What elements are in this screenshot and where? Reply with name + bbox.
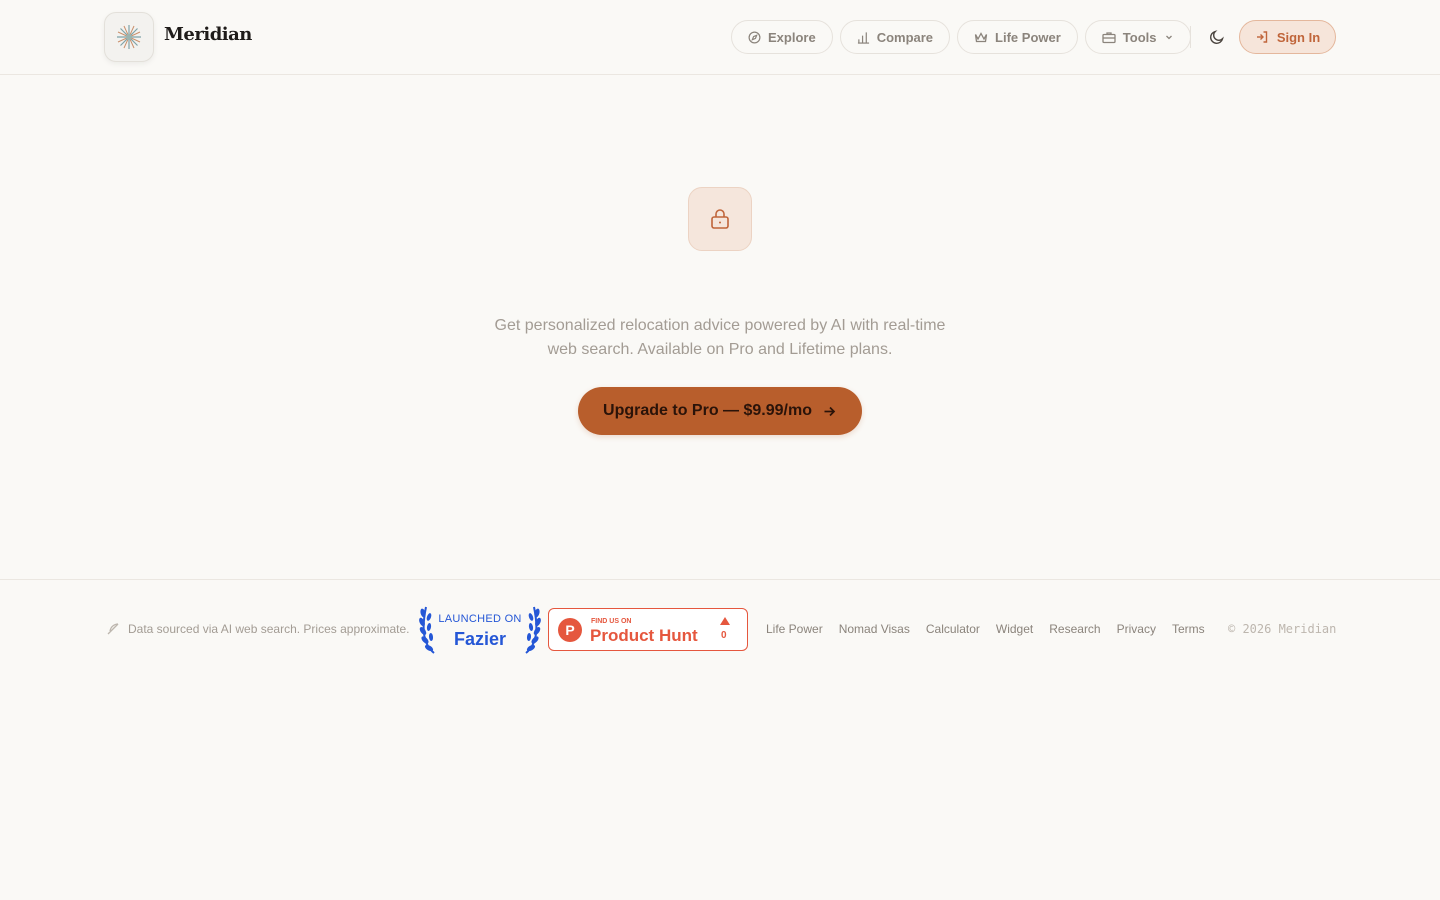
main-nav: Explore Compare Life Power Tools <box>731 20 1191 54</box>
bar-chart-icon <box>857 31 869 44</box>
footer-note: Data sourced via AI web search. Prices a… <box>106 622 409 636</box>
product-hunt-badge[interactable]: P FIND US ON Product Hunt 0 <box>548 608 748 651</box>
upgrade-description: Get personalized relocation advice power… <box>494 317 946 358</box>
nav-explore[interactable]: Explore <box>731 20 833 54</box>
footer-link-nomad-visas[interactable]: Nomad Visas <box>839 622 910 636</box>
feather-icon <box>107 623 119 635</box>
nav-life-power-label: Life Power <box>995 29 1061 45</box>
footer-divider <box>0 579 1440 580</box>
copyright: © 2026 Meridian <box>1228 622 1337 636</box>
nav-tools[interactable]: Tools <box>1084 20 1191 54</box>
crown-icon <box>974 31 988 42</box>
brand-name[interactable]: Meridian <box>164 24 252 45</box>
upgrade-button-label: Upgrade to Pro — $9.99/mo <box>603 402 812 419</box>
log-in-icon <box>1256 31 1268 43</box>
lock-icon <box>711 209 729 229</box>
nav-explore-label: Explore <box>768 29 816 45</box>
sign-in-label: Sign In <box>1276 29 1321 45</box>
footer-link-privacy[interactable]: Privacy <box>1117 622 1156 636</box>
arrow-right-icon <box>824 406 836 416</box>
nav-compare-label: Compare <box>876 29 934 45</box>
toolbox-icon <box>1102 31 1116 43</box>
footer-note-text: Data sourced via AI web search. Prices a… <box>128 622 410 636</box>
nav-compare[interactable]: Compare <box>839 20 951 54</box>
nav-life-power[interactable]: Life Power <box>957 20 1078 54</box>
upgrade-button[interactable]: Upgrade to Pro — $9.99/mo <box>578 387 862 435</box>
nav-tools-label: Tools <box>1122 29 1157 45</box>
product-hunt-logo-icon: P <box>558 618 582 642</box>
product-hunt-big-label: Product Hunt <box>590 626 698 645</box>
footer-links: Life Power Nomad Visas Calculator Widget… <box>766 622 1205 636</box>
chevron-down-icon <box>1165 35 1172 40</box>
fazier-line2: Fazier <box>453 629 507 649</box>
fazier-line1: LAUNCHED ON <box>438 613 522 625</box>
compass-icon <box>748 31 761 43</box>
footer-link-life-power[interactable]: Life Power <box>766 622 823 636</box>
footer-link-widget[interactable]: Widget <box>996 622 1033 636</box>
site-header: Meridian Explore Compare Life Power Tool… <box>0 0 1440 75</box>
product-hunt-small-label: FIND US ON <box>591 618 632 625</box>
footer-link-calculator[interactable]: Calculator <box>926 622 980 636</box>
upvote-triangle-icon <box>720 617 730 625</box>
sign-in-button[interactable]: Sign In <box>1239 20 1336 54</box>
locked-feature-badge <box>688 187 752 251</box>
footer-link-terms[interactable]: Terms <box>1172 622 1205 636</box>
upvote-count: 0 <box>721 630 727 641</box>
theme-toggle[interactable] <box>1205 25 1229 49</box>
moon-icon <box>1209 30 1224 45</box>
meridian-logo-icon <box>117 25 141 49</box>
nav-divider <box>1190 26 1191 48</box>
logo[interactable] <box>104 12 154 62</box>
fazier-badge[interactable]: LAUNCHED ON Fazier <box>418 603 542 655</box>
footer-link-research[interactable]: Research <box>1049 622 1100 636</box>
